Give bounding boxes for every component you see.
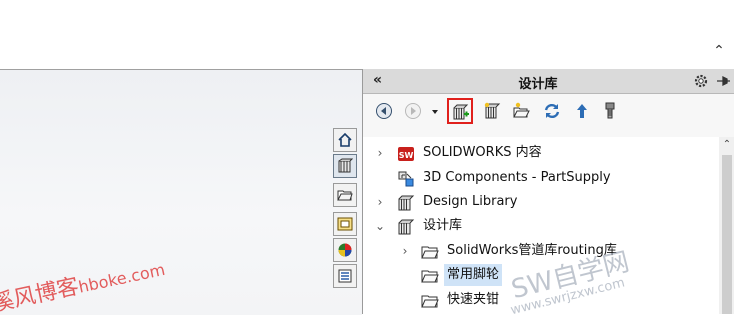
forward-icon[interactable] xyxy=(402,100,424,122)
design-library-panel: « 设计库 › SW SOLIDWORKS 内容 3D Components -… xyxy=(362,69,734,318)
up-one-level-icon[interactable] xyxy=(571,100,593,122)
expand-arrow-icon[interactable]: › xyxy=(374,142,386,164)
tree-item-design-library[interactable]: › Design Library xyxy=(363,191,719,213)
top-strip: ⌃ xyxy=(0,0,734,69)
file-explorer-tab-icon[interactable] xyxy=(333,183,357,207)
tree-item-label: 3D Components - PartSupply xyxy=(423,170,611,185)
folder-icon xyxy=(421,243,439,261)
collapse-arrow-icon[interactable]: ⌄ xyxy=(374,215,386,237)
refresh-icon[interactable] xyxy=(541,100,563,122)
panel-header: « 设计库 xyxy=(363,69,734,94)
add-file-location-icon[interactable] xyxy=(481,100,503,122)
folder-icon xyxy=(421,267,439,285)
view-palette-tab-icon[interactable] xyxy=(333,212,357,236)
solidworks-content-icon: SW xyxy=(397,145,415,163)
library-icon xyxy=(397,218,415,236)
tree-item-design-library-cn[interactable]: ⌄ 设计库 xyxy=(363,215,719,237)
tree-item-solidworks-content[interactable]: › SW SOLIDWORKS 内容 xyxy=(363,142,719,164)
svg-text:SW: SW xyxy=(399,151,414,160)
3d-components-icon xyxy=(397,170,415,188)
folder-icon xyxy=(421,292,439,310)
scroll-thumb[interactable] xyxy=(722,155,732,314)
tree-item-label: Design Library xyxy=(423,194,518,209)
design-library-tab-icon[interactable] xyxy=(333,154,357,178)
pin-icon[interactable] xyxy=(715,73,731,89)
appearances-tab-icon[interactable] xyxy=(333,238,357,262)
home-tab-icon[interactable] xyxy=(333,128,357,152)
tree-item-label: 设计库 xyxy=(423,218,463,233)
tree-item-label: SOLIDWORKS 内容 xyxy=(423,145,542,160)
library-tree: › SW SOLIDWORKS 内容 3D Components - PartS… xyxy=(363,137,719,318)
add-to-library-icon[interactable] xyxy=(447,98,473,124)
expand-arrow-icon[interactable]: › xyxy=(399,240,411,262)
tree-item-label: 常用脚轮 xyxy=(444,264,503,286)
scroll-up-icon[interactable]: ⌃ xyxy=(719,137,734,153)
tree-scrollbar[interactable]: ⌃ xyxy=(719,137,734,314)
create-new-folder-icon[interactable] xyxy=(511,100,533,122)
chevron-up-icon[interactable]: ⌃ xyxy=(712,44,726,58)
custom-properties-tab-icon[interactable] xyxy=(333,264,357,288)
dropdown-arrow-icon[interactable] xyxy=(429,100,439,122)
expand-arrow-icon[interactable]: › xyxy=(374,191,386,213)
generate-toolbox-icon[interactable] xyxy=(599,100,621,122)
tree-item-label: 快速夹钳 xyxy=(447,292,500,307)
tree-item-3d-components[interactable]: 3D Components - PartSupply xyxy=(363,167,719,189)
tree-item-routing-library[interactable]: › SolidWorks管道库routing库 xyxy=(363,240,719,262)
library-toolbar xyxy=(363,94,734,130)
collapse-panel-icon[interactable]: « xyxy=(373,72,382,88)
task-pane-tabs xyxy=(333,128,359,314)
back-icon[interactable] xyxy=(373,100,395,122)
library-icon xyxy=(397,194,415,212)
panel-title: 设计库 xyxy=(518,77,558,92)
gear-icon[interactable] xyxy=(693,73,709,89)
